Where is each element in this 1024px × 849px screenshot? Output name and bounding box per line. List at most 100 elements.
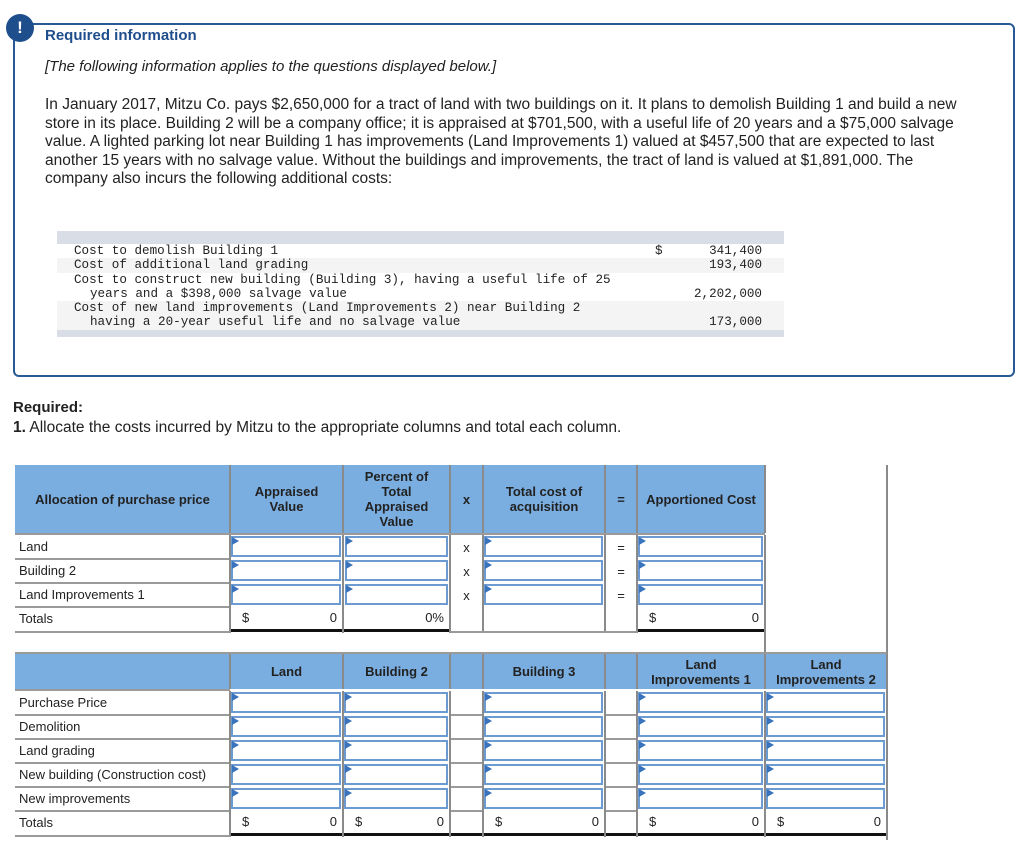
appraised-value-input-field[interactable] bbox=[233, 586, 339, 603]
building-2-input[interactable] bbox=[344, 692, 448, 713]
land-input[interactable] bbox=[231, 764, 341, 785]
alert-icon: ! bbox=[6, 14, 34, 42]
land-improvements-2-input[interactable] bbox=[766, 692, 885, 713]
column-divider bbox=[449, 583, 451, 607]
column-divider bbox=[449, 715, 451, 739]
land-improvements-1-input[interactable] bbox=[638, 692, 763, 713]
land-improvements-1-input-field[interactable] bbox=[640, 742, 761, 759]
total-cost-input[interactable] bbox=[484, 536, 603, 557]
building-3-input-field[interactable] bbox=[486, 790, 601, 807]
total-cost-input-field[interactable] bbox=[486, 562, 601, 579]
appraised-value-input[interactable] bbox=[231, 536, 341, 557]
land-input-field[interactable] bbox=[233, 718, 339, 735]
apportioned-cost-input-field[interactable] bbox=[640, 538, 761, 555]
apportioned-cost-input-field[interactable] bbox=[640, 586, 761, 603]
column-divider bbox=[636, 535, 638, 559]
total-cost-input[interactable] bbox=[484, 584, 603, 605]
building-3-input[interactable] bbox=[484, 740, 603, 761]
building-2-input-field[interactable] bbox=[346, 694, 446, 711]
column-divider bbox=[636, 763, 638, 787]
land-improvements-2-input[interactable] bbox=[766, 764, 885, 785]
appraised-value-input-field[interactable] bbox=[233, 538, 339, 555]
percent-input[interactable] bbox=[345, 560, 448, 581]
appraised-value-input-field[interactable] bbox=[233, 562, 339, 579]
building-2-input[interactable] bbox=[344, 716, 448, 737]
land-improvements-2-input-field[interactable] bbox=[768, 694, 883, 711]
building-2-input[interactable] bbox=[344, 764, 448, 785]
required-instruction: 1. Allocate the costs incurred by Mitzu … bbox=[13, 419, 622, 436]
land-improvements-2-input-field[interactable] bbox=[768, 790, 883, 807]
row-divider bbox=[15, 533, 765, 535]
building-2-input-field[interactable] bbox=[346, 766, 446, 783]
total-cost-input[interactable] bbox=[484, 560, 603, 581]
appraised-value-input[interactable] bbox=[231, 584, 341, 605]
land-improvements-2-input[interactable] bbox=[766, 740, 885, 761]
total-cost-input-field[interactable] bbox=[486, 538, 601, 555]
land-improvements-2-input-field[interactable] bbox=[768, 718, 883, 735]
column-divider bbox=[229, 654, 231, 689]
row-divider bbox=[450, 762, 483, 764]
percent-input-field[interactable] bbox=[347, 538, 446, 555]
land-improvements-1-input[interactable] bbox=[638, 716, 763, 737]
building-2-input-field[interactable] bbox=[346, 742, 446, 759]
column-divider bbox=[636, 739, 638, 763]
land-input[interactable] bbox=[231, 692, 341, 713]
land-improvements-1-total: $0 bbox=[637, 814, 765, 836]
apportioned-total: $0 bbox=[637, 610, 765, 632]
building-3-input[interactable] bbox=[484, 716, 603, 737]
apportioned-cost-input-field[interactable] bbox=[640, 562, 761, 579]
cost-amount: 193,400 bbox=[676, 258, 784, 273]
percent-input[interactable] bbox=[345, 584, 448, 605]
building-2-input[interactable] bbox=[344, 788, 448, 809]
column-divider bbox=[636, 607, 638, 633]
land-improvements-1-input-field[interactable] bbox=[640, 790, 761, 807]
building-3-input-field[interactable] bbox=[486, 742, 601, 759]
building-3-input[interactable] bbox=[484, 764, 603, 785]
row-label: Land Improvements 1 bbox=[19, 587, 145, 602]
column-divider bbox=[636, 811, 638, 837]
total-cost-input-field[interactable] bbox=[486, 586, 601, 603]
land-improvements-1-input[interactable] bbox=[638, 740, 763, 761]
building-2-input-field[interactable] bbox=[346, 718, 446, 735]
land-input-field[interactable] bbox=[233, 766, 339, 783]
header-building-3: Building 3 bbox=[483, 654, 605, 689]
percent-input[interactable] bbox=[345, 536, 448, 557]
appraised-total: $0 bbox=[230, 610, 343, 632]
apportioned-cost-input[interactable] bbox=[638, 560, 763, 581]
column-divider bbox=[342, 465, 344, 533]
land-input-field[interactable] bbox=[233, 742, 339, 759]
land-improvements-1-input-field[interactable] bbox=[640, 766, 761, 783]
land-input-field[interactable] bbox=[233, 790, 339, 807]
building-3-input-field[interactable] bbox=[486, 766, 601, 783]
land-improvements-2-input-field[interactable] bbox=[768, 742, 883, 759]
land-input[interactable] bbox=[231, 740, 341, 761]
column-divider bbox=[764, 715, 766, 739]
land-improvements-1-input[interactable] bbox=[638, 788, 763, 809]
building-3-input-field[interactable] bbox=[486, 718, 601, 735]
building-3-input[interactable] bbox=[484, 788, 603, 809]
land-improvements-2-input[interactable] bbox=[766, 716, 885, 737]
land-input[interactable] bbox=[231, 788, 341, 809]
building-3-input[interactable] bbox=[484, 692, 603, 713]
apportioned-cost-input[interactable] bbox=[638, 536, 763, 557]
equals-sign: = bbox=[617, 588, 625, 603]
land-improvements-1-input-field[interactable] bbox=[640, 718, 761, 735]
land-improvements-1-input[interactable] bbox=[638, 764, 763, 785]
land-improvements-1-input-field[interactable] bbox=[640, 694, 761, 711]
land-input-field[interactable] bbox=[233, 694, 339, 711]
row-label: Building 2 bbox=[19, 563, 77, 578]
building-3-input-field[interactable] bbox=[486, 694, 601, 711]
appraised-value-input[interactable] bbox=[231, 560, 341, 581]
land-improvements-2-input[interactable] bbox=[766, 788, 885, 809]
column-divider bbox=[229, 787, 231, 811]
building-2-input-field[interactable] bbox=[346, 790, 446, 807]
building-2-input[interactable] bbox=[344, 740, 448, 761]
percent-input-field[interactable] bbox=[347, 562, 446, 579]
times-sign: x bbox=[463, 564, 470, 579]
row-label: Land grading bbox=[19, 743, 95, 758]
row-divider bbox=[605, 714, 637, 716]
land-input[interactable] bbox=[231, 716, 341, 737]
apportioned-cost-input[interactable] bbox=[638, 584, 763, 605]
percent-input-field[interactable] bbox=[347, 586, 446, 603]
land-improvements-2-input-field[interactable] bbox=[768, 766, 883, 783]
